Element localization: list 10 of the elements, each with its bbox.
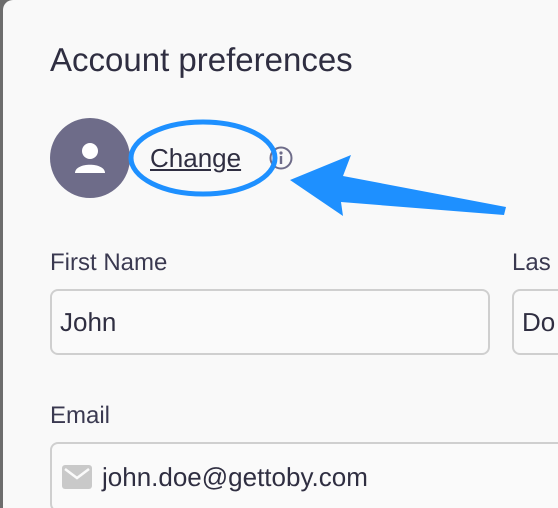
change-link[interactable]: Change — [150, 138, 242, 178]
text-field[interactable]: Do — [512, 289, 558, 355]
field-label: Email — [50, 401, 112, 431]
email-field[interactable]: john.doe@gettoby.com — [50, 442, 558, 508]
field-label: First Name — [50, 248, 168, 278]
dialog-title: Account preferences — [50, 40, 354, 80]
info-icon[interactable] — [269, 146, 294, 170]
field-label: Las — [512, 248, 552, 278]
mail-icon — [62, 465, 92, 489]
text-field[interactable]: John — [50, 289, 490, 355]
